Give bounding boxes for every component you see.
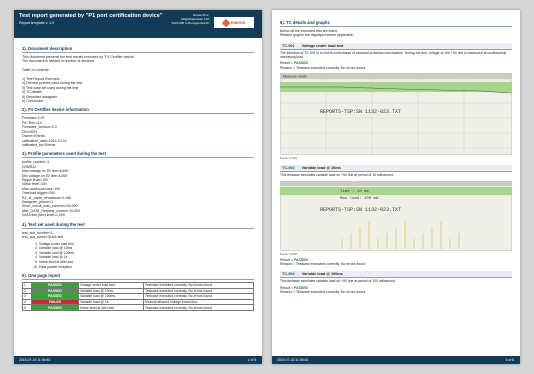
report-header: Test report generated by "P1 port certif… (14, 10, 262, 38)
tc-004-description: This testcase simulates variable load on… (280, 279, 396, 284)
scope-sub-text: Max load: 100 mA (340, 196, 379, 201)
test-set-intro-line: test_suit_name=Quick test (22, 235, 64, 239)
report-title: Test report generated by "P1 port certif… (19, 13, 163, 19)
section-one-page-report: 5). One page report (22, 273, 254, 280)
test-set-intro: test_suit_number=1 test_suit_name=Quick t… (22, 231, 254, 240)
tc-004-result: Result = PASSED Reason = Testcase execut… (280, 285, 367, 295)
tc-002-result: Result = PASSED Reason = Testcase execut… (280, 257, 367, 266)
scope-header-text: Time : 10 ms (340, 189, 369, 194)
scope-header-text: Measure mode (283, 75, 307, 79)
footer-page-number: 3 of 5 (505, 358, 514, 362)
page-footer: 2015-07-15 11:36:40 3 of 5 (272, 356, 520, 364)
footer-date: 2015-07-15 11:36:40 (19, 358, 51, 362)
status-badge: PASSED (31, 304, 79, 311)
enexis-logo: ENEXIS (214, 17, 254, 28)
footer-date: 2015-07-15 11:36:40 (277, 358, 309, 362)
tc-002-caption: Figure TC002 (280, 251, 298, 256)
tc-002-description: This testcase simulates variable load on… (280, 173, 394, 178)
tc-name: Variable load @ 100ms (301, 272, 343, 277)
scope-file-label: REPORTS-TSP:SN 1132-023.TXT (320, 207, 401, 213)
logo-mark-icon (221, 18, 230, 27)
report-version: Report template v. 1.0 (19, 21, 55, 25)
scope-file-label: REPORTS-TSP:SN 1132-023.TXT (320, 109, 401, 115)
profile-parameters-text: profile_number=1 DSMR42 Max voltage on 5V … (22, 160, 254, 217)
section-test-set: 4). Test set used during the test (22, 222, 254, 229)
device-info-line: calibrated_by=Enexis (22, 142, 56, 147)
section-device-information: 2). P1 Certifier device information (22, 107, 254, 115)
report-page-2: 6). TC details and graphs Below all the … (272, 10, 520, 364)
tc-details-intro-2: Related graphs are displayed where appli… (280, 33, 354, 38)
profile-param-line: DATA line (sec) level=1,000 (22, 213, 65, 218)
tc-001-result: Result = PASSED Reason = Testcase execut… (280, 61, 367, 70)
tc-004-heading: TC-004 Variable load @ 100ms (280, 271, 512, 279)
document-description-text: This document presents the test results … (22, 55, 254, 103)
page-footer: 2015-07-15 11:36:40 1 of 5 (14, 356, 262, 364)
tc-name: Voltage under load test (301, 43, 344, 48)
device-information-text: Firmware 3.00 PIC Rev=3.0 Firmware_version… (22, 116, 254, 147)
tc-001-description: The intention of TC-001 is to check corr… (280, 50, 507, 60)
section-document-description: 1). Document description (22, 46, 254, 53)
test-case-row: 10 Data packet reception (33, 264, 72, 269)
tc-name: Variable load @ 10ms (301, 166, 341, 171)
tc-001-scope-graph: Measure mode REPORTS-TSP:SN 1132-023.TXT (280, 73, 512, 156)
report-page-1: Test report generated by "P1 port certif… (14, 10, 262, 364)
section-profile-parameters: 3). Profile parameters used during the t… (22, 151, 254, 159)
tc-001-caption: Figure TC001 (280, 156, 298, 161)
tc-002-heading: TC-002 Variable load @ 10ms (280, 165, 512, 173)
test-set-table: 1 Voltage under load test 2 Variable load @… (22, 241, 254, 269)
tc-id: TC-001 (282, 43, 295, 48)
tc-002-scope-graph: Time : 10 ms Max load: 100 mA REPORTS-TS… (280, 180, 512, 251)
tc-001-heading: TC-001 Voltage under load test (280, 42, 512, 50)
footer-page-number: 1 of 5 (247, 358, 256, 362)
tc-id: TC-004 (282, 272, 295, 277)
one-page-report-table: 1 PASSED Voltage under load test Testcase e… (22, 282, 254, 311)
company-address: Enexis B.V. Magistratenlaan 116 5223 MB … (171, 13, 209, 25)
tc-id: TC-002 (282, 166, 295, 171)
doc-description-line: 6) Conclusion (22, 99, 44, 104)
report-row: 5 PASSED Noise level at idle load Testcase … (22, 304, 254, 311)
section-tc-details: 6). TC details and graphs (280, 20, 512, 27)
